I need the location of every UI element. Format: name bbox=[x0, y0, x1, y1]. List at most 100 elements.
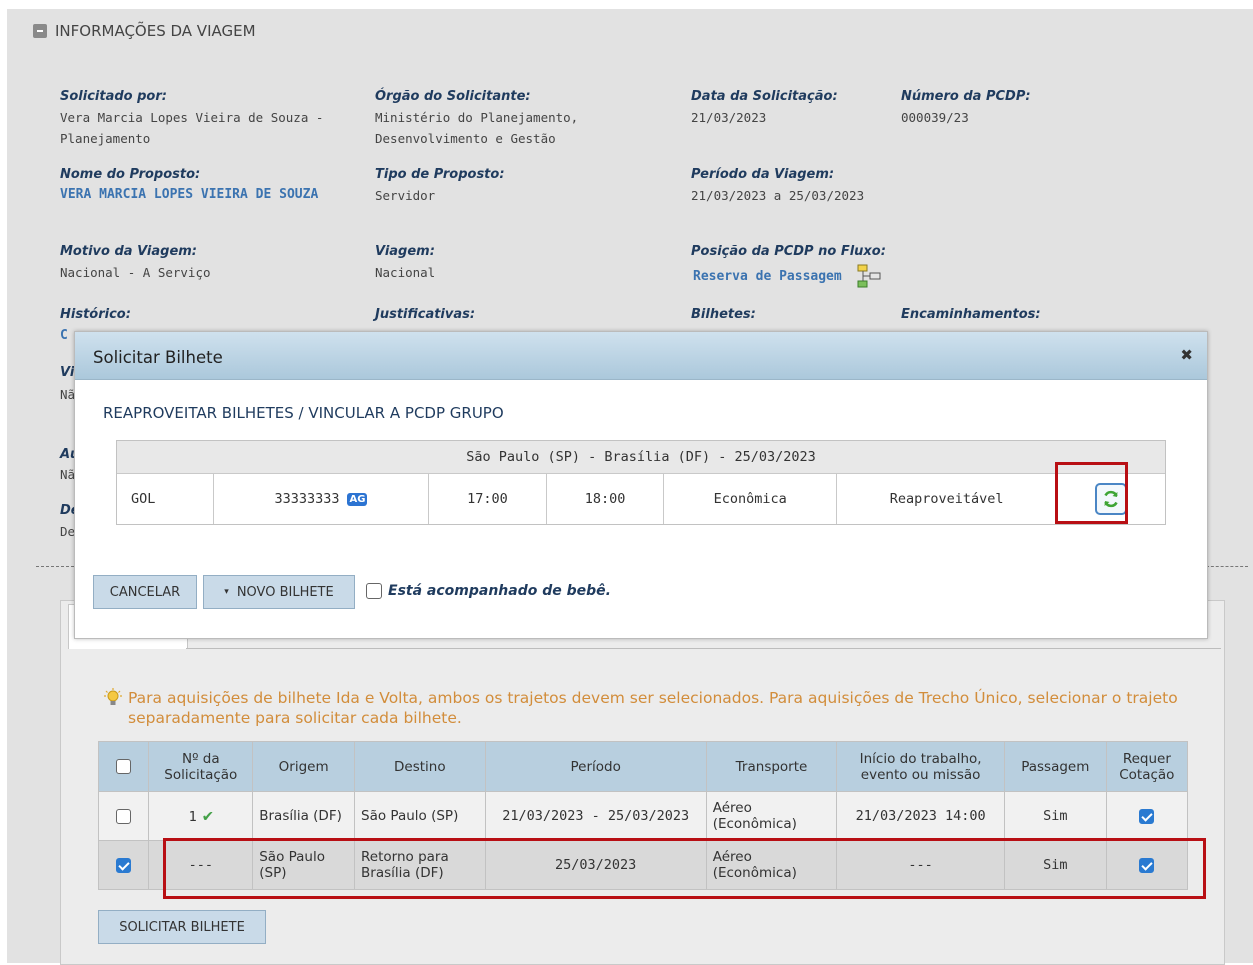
field-label: Número da PCDP: bbox=[901, 89, 1031, 104]
new-ticket-button[interactable]: ▾ NOVO BILHETE bbox=[203, 575, 355, 609]
field-value: Nacional bbox=[375, 265, 436, 280]
field-label: Órgão do Solicitante: bbox=[375, 89, 531, 104]
modal-header: Solicitar Bilhete ✖ bbox=[75, 332, 1207, 380]
field-solicitado-por: Solicitado por: Vera Marcia Lopes Vieira… bbox=[60, 86, 340, 149]
field-value: 21/03/2023 a 25/03/2023 bbox=[691, 188, 865, 203]
check-icon: ✔ bbox=[202, 806, 213, 826]
field-value: 000039/23 bbox=[901, 110, 969, 125]
ticket-row: GOL 33333333 AG 17:00 18:00 Econômica Rea… bbox=[117, 474, 1165, 524]
field-periodo: Período da Viagem: 21/03/2023 a 25/03/20… bbox=[691, 164, 951, 206]
field-motivo: Motivo da Viagem: Nacional - A Serviço bbox=[60, 241, 330, 283]
field-label: Data da Solicitação: bbox=[691, 89, 838, 104]
select-all-cell bbox=[97, 741, 150, 792]
table-row: 1 ✔ Brasília (DF) São Paulo (SP) 21/03/20… bbox=[97, 791, 1189, 841]
destino-cell: São Paulo (SP) bbox=[354, 791, 486, 841]
header-destino: Destino bbox=[354, 741, 486, 792]
field-value: 21/03/2023 bbox=[691, 110, 767, 125]
status-cell: Reaproveitável bbox=[837, 474, 1058, 524]
depart-cell: 17:00 bbox=[429, 474, 547, 524]
inicio-cell: 21/03/2023 14:00 bbox=[836, 791, 1005, 841]
periodo-cell: 21/03/2023 - 25/03/2023 bbox=[484, 791, 707, 841]
field-label: Bilhetes: bbox=[691, 307, 756, 322]
lightbulb-icon bbox=[104, 688, 122, 705]
tip-message: Para aquisições de bilhete Ida e Volta, … bbox=[104, 688, 1184, 728]
header-origem: Origem bbox=[252, 741, 356, 792]
field-label: Viagem: bbox=[375, 244, 435, 259]
field-label: Histórico: bbox=[60, 307, 131, 322]
dropdown-arrow-icon: ▾ bbox=[224, 587, 229, 597]
close-icon[interactable]: ✖ bbox=[1180, 346, 1193, 364]
collapse-icon[interactable] bbox=[33, 24, 47, 38]
field-label: Encaminhamentos: bbox=[901, 307, 1041, 322]
new-ticket-label: NOVO BILHETE bbox=[236, 584, 334, 600]
divider bbox=[36, 566, 74, 567]
baby-checkbox[interactable] bbox=[366, 583, 382, 599]
highlight-box bbox=[1055, 462, 1128, 524]
solicitar-bilhete-modal: Solicitar Bilhete ✖ REAPROVEITAR BILHETE… bbox=[74, 331, 1208, 639]
field-value: Ministério do Planejamento, Desenvolvime… bbox=[375, 110, 579, 146]
baby-option[interactable]: Está acompanhado de bebê. bbox=[366, 583, 611, 599]
table-header-row: Nº da Solicitação Origem Destino Período… bbox=[97, 741, 1189, 792]
field-justificativas: Justificativas: bbox=[375, 304, 475, 325]
solicitar-bilhete-button[interactable]: SOLICITAR BILHETE bbox=[98, 910, 266, 944]
field-numero-pcdp: Número da PCDP: 000039/23 bbox=[901, 86, 1101, 128]
field-posicao: Posição da PCDP no Fluxo: Reserva de Pas… bbox=[691, 241, 991, 288]
field-value: Nacional - A Serviço bbox=[60, 265, 211, 280]
num-cell: 1 ✔ bbox=[148, 791, 254, 841]
section-title: INFORMAÇÕES DA VIAGEM bbox=[55, 22, 256, 40]
baby-label: Está acompanhado de bebê. bbox=[388, 583, 611, 599]
cancel-button[interactable]: CANCELAR bbox=[93, 575, 197, 609]
field-bilhetes: Bilhetes: bbox=[691, 304, 756, 325]
cotacao-checkbox[interactable] bbox=[1139, 808, 1155, 824]
field-label: Tipo de Proposto: bbox=[375, 167, 505, 182]
field-value: Servidor bbox=[375, 188, 436, 203]
section-header[interactable]: INFORMAÇÕES DA VIAGEM bbox=[33, 22, 256, 40]
airline-cell: GOL bbox=[117, 474, 214, 524]
header-inicio: Início do trabalho, evento ou missão bbox=[836, 741, 1005, 792]
field-label: Motivo da Viagem: bbox=[60, 244, 198, 259]
divider bbox=[1206, 566, 1248, 567]
tip-text: Para aquisições de bilhete Ida e Volta, … bbox=[128, 689, 1178, 727]
field-encaminhamentos: Encaminhamentos: bbox=[901, 304, 1041, 325]
row-checkbox[interactable] bbox=[116, 808, 132, 824]
ag-badge-icon: AG bbox=[347, 492, 368, 506]
select-all-checkbox[interactable] bbox=[116, 759, 132, 774]
partial-value: Nã bbox=[60, 467, 76, 482]
row-select-cell bbox=[97, 791, 150, 841]
field-label: Solicitado por: bbox=[60, 89, 167, 104]
field-value: Vera Marcia Lopes Vieira de Souza - Plan… bbox=[60, 110, 324, 146]
posicao-link[interactable]: Reserva de Passagem bbox=[693, 269, 842, 284]
ticket-number-cell: 33333333 AG bbox=[214, 474, 430, 524]
partial-value: Nã bbox=[60, 387, 76, 402]
flow-icon bbox=[857, 264, 881, 288]
field-orgao: Órgão do Solicitante: Ministério do Plan… bbox=[375, 86, 635, 149]
field-label: Justificativas: bbox=[375, 307, 476, 322]
field-nome-proposto: Nome do Proposto: VERA MARCIA LOPES VIEI… bbox=[60, 164, 330, 204]
header-cotacao: Requer Cotação bbox=[1105, 741, 1189, 792]
modal-subtitle: REAPROVEITAR BILHETES / VINCULAR A PCDP … bbox=[103, 404, 504, 422]
header-transporte: Transporte bbox=[705, 741, 838, 792]
reuse-ticket-table: São Paulo (SP) - Brasília (DF) - 25/03/2… bbox=[116, 440, 1166, 525]
field-viagem: Viagem: Nacional bbox=[375, 241, 635, 283]
field-tipo-proposto: Tipo de Proposto: Servidor bbox=[375, 164, 635, 206]
origem-cell: Brasília (DF) bbox=[252, 791, 356, 841]
header-num: Nº da Solicitação bbox=[148, 741, 254, 792]
cotacao-cell bbox=[1105, 791, 1189, 841]
partial-label: Vi bbox=[60, 365, 75, 380]
class-cell: Econômica bbox=[664, 474, 837, 524]
field-data-solicitacao: Data da Solicitação: 21/03/2023 bbox=[691, 86, 891, 128]
proposto-link[interactable]: VERA MARCIA LOPES VIEIRA DE SOUZA bbox=[60, 185, 330, 204]
header-passagem: Passagem bbox=[1003, 741, 1107, 792]
row-select-cell bbox=[97, 840, 150, 890]
highlight-box bbox=[163, 838, 1206, 899]
transporte-cell: Aéreo (Econômica) bbox=[705, 791, 838, 841]
passagem-cell: Sim bbox=[1003, 791, 1107, 841]
header-periodo: Período bbox=[484, 741, 707, 792]
modal-title: Solicitar Bilhete bbox=[93, 348, 223, 367]
tab-underline bbox=[186, 648, 1221, 649]
row-checkbox[interactable] bbox=[116, 857, 132, 873]
field-label: Nome do Proposto: bbox=[60, 167, 201, 182]
arrive-cell: 18:00 bbox=[547, 474, 665, 524]
route-header: São Paulo (SP) - Brasília (DF) - 25/03/2… bbox=[117, 441, 1165, 474]
partial-value: De bbox=[60, 524, 76, 539]
